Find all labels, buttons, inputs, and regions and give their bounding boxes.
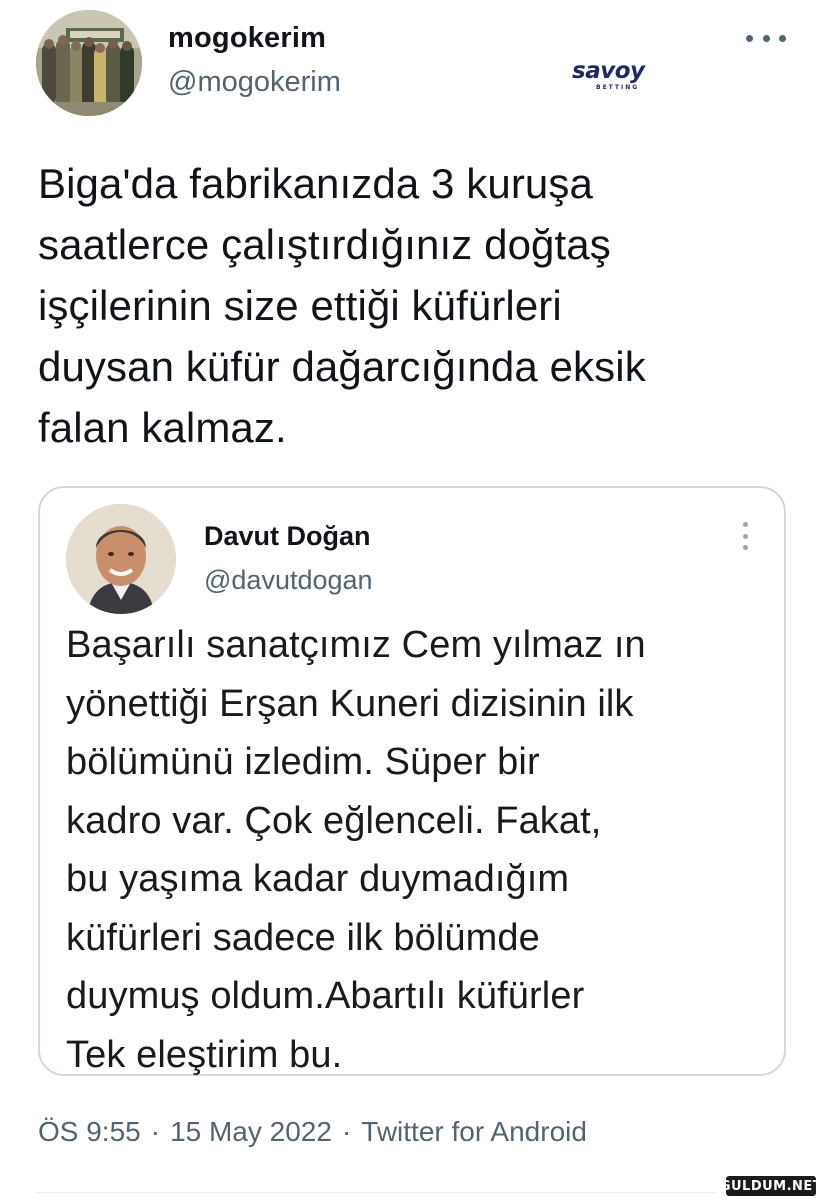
- quoted-more-options-icon[interactable]: [740, 522, 750, 550]
- more-options-icon[interactable]: [746, 28, 786, 48]
- more-dot: [742, 545, 748, 550]
- quoted-text-line: kadro var. Çok eğlenceli. Fakat,: [66, 799, 602, 842]
- tweet: mogokerim @mogokerim savoy BETTING Biga'…: [0, 0, 825, 1200]
- more-dot: [742, 522, 748, 527]
- quoted-author-avatar[interactable]: [66, 504, 176, 614]
- quoted-tweet-card[interactable]: Davut Doğan @davutdogan Başarılı sanatçı…: [38, 486, 786, 1076]
- brand-logo-sub: BETTING: [596, 84, 640, 91]
- brand-logo-word: savoy: [572, 58, 645, 84]
- quoted-text-line: yönettiği Erşan Kuneri dizisinin ilk: [66, 682, 634, 725]
- tweet-metadata: ÖS 9:55 · 15 May 2022 · Twitter for Andr…: [38, 1116, 587, 1148]
- tweet-text-line: işçilerinin size ettiği küfürleri: [38, 282, 562, 329]
- more-dot: [746, 34, 753, 42]
- more-dot: [762, 34, 770, 42]
- meta-separator: ·: [150, 1116, 161, 1147]
- quoted-text-line: Tek eleştirim bu.: [66, 1033, 343, 1076]
- quoted-author-handle[interactable]: @davutdogan: [204, 565, 373, 596]
- tweet-text: Biga'da fabrikanızda 3 kuruşa saatlerce …: [38, 153, 798, 458]
- author-avatar-image: [36, 10, 142, 116]
- tweet-date[interactable]: 15 May 2022: [170, 1116, 332, 1148]
- quoted-tweet-text: Başarılı sanatçımız Cem yılmaz ın yönett…: [66, 616, 766, 1084]
- quoted-author-display-name[interactable]: Davut Doğan: [204, 521, 371, 552]
- more-dot: [779, 34, 786, 42]
- quoted-author-avatar-image: [66, 504, 176, 614]
- brand-logo: savoy BETTING: [566, 58, 662, 98]
- quoted-text-line: Başarılı sanatçımız Cem yılmaz ın: [66, 624, 646, 666]
- divider: [36, 1192, 716, 1193]
- quoted-text-line: bölümünü izledim. Süper bir: [66, 741, 540, 783]
- author-avatar[interactable]: [36, 10, 142, 116]
- meta-separator: ·: [341, 1116, 352, 1147]
- tweet-text-line: saatlerce çalıştırdığınız doğtaş: [38, 221, 611, 268]
- author-display-name[interactable]: mogokerim: [168, 22, 326, 55]
- quoted-text-line: duymuş oldum.Abartılı küfürler: [66, 975, 585, 1017]
- author-handle[interactable]: @mogokerim: [168, 66, 341, 99]
- tweet-text-line: duysan küfür dağarcığında eksik: [38, 343, 646, 390]
- quoted-text-line: küfürleri sadece ilk bölümde: [66, 916, 540, 959]
- tweet-text-line: Biga'da fabrikanızda 3 kuruşa: [38, 160, 593, 207]
- tweet-time[interactable]: ÖS 9:55: [38, 1116, 141, 1148]
- quoted-text-line: bu yaşıma kadar duymadığım: [66, 858, 570, 900]
- site-watermark: GULDUM.NET: [720, 1176, 822, 1196]
- tweet-text-line: falan kalmaz.: [38, 404, 287, 451]
- more-dot: [742, 533, 748, 539]
- tweet-source[interactable]: Twitter for Android: [361, 1116, 587, 1148]
